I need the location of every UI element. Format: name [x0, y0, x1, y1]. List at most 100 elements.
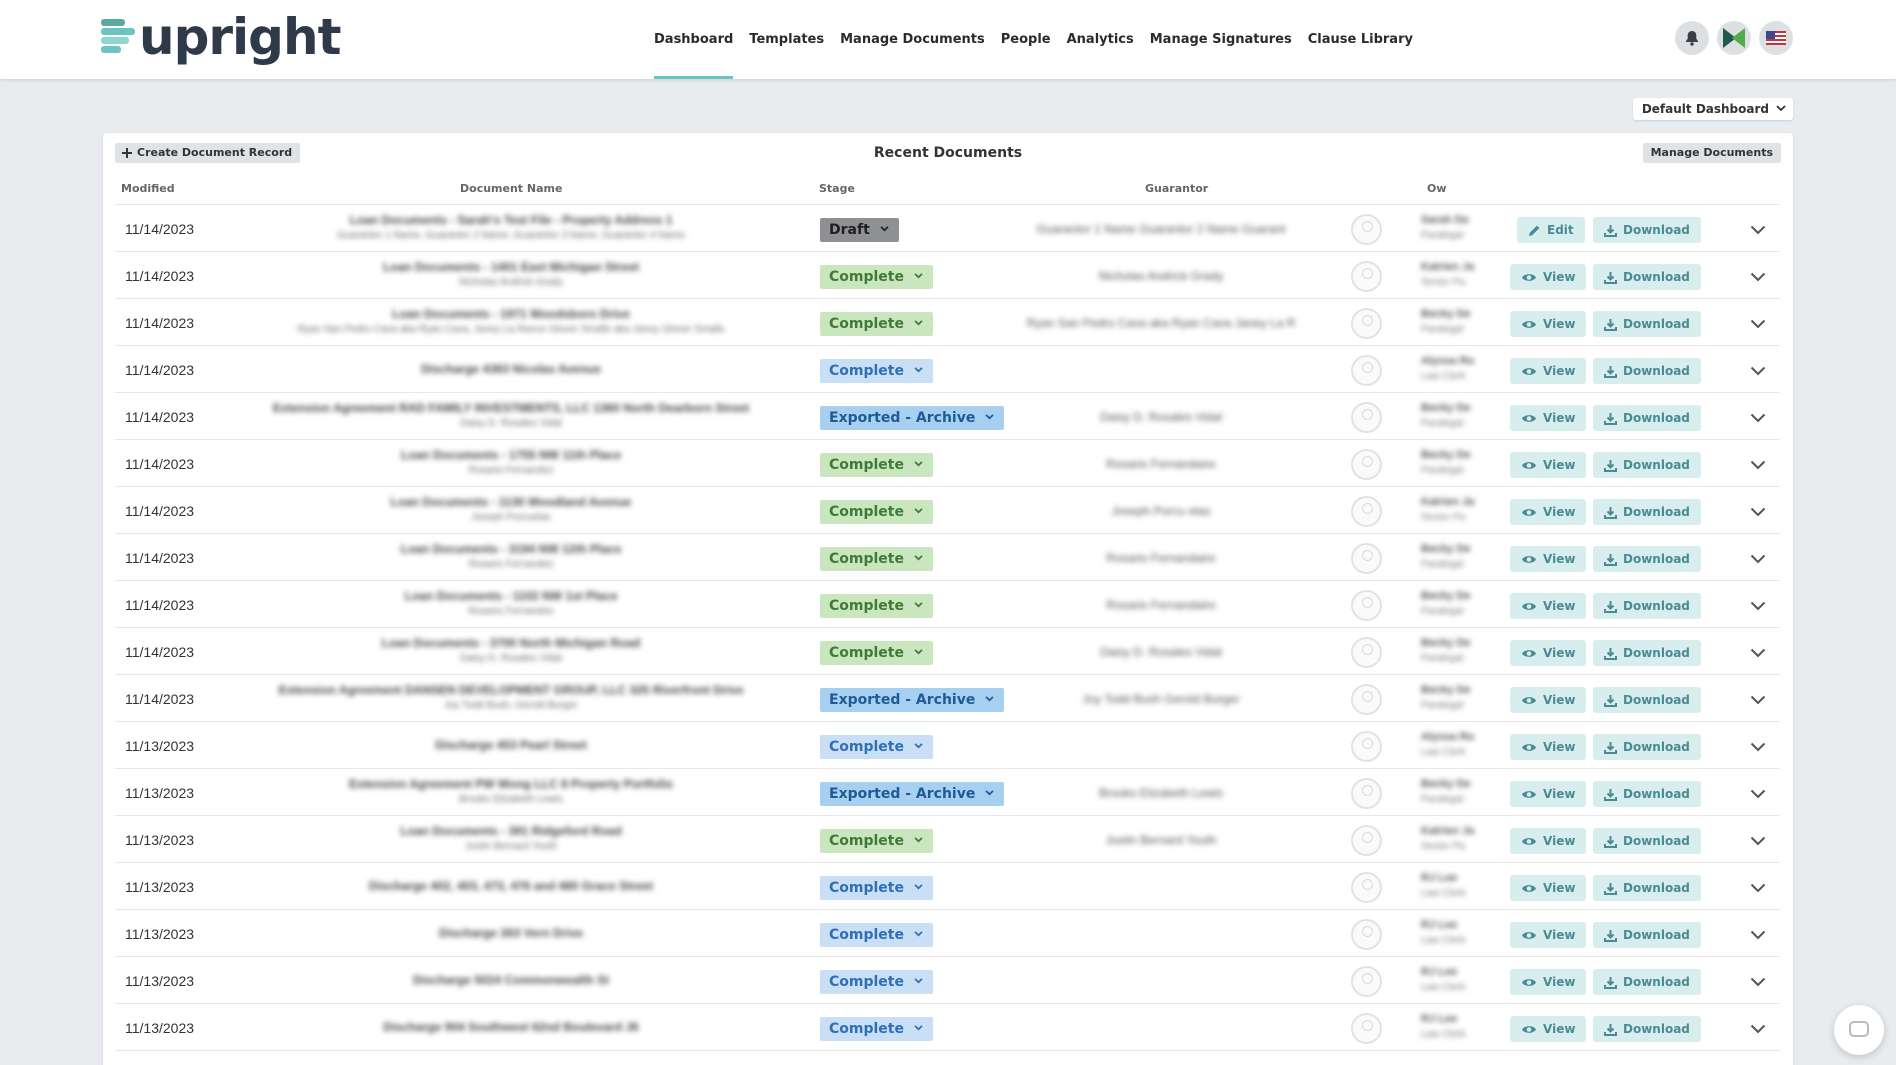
stage-dropdown[interactable]: Complete — [820, 1017, 933, 1041]
download-button[interactable]: Download — [1593, 687, 1701, 713]
expand-row-chevron-icon[interactable] — [1750, 786, 1766, 804]
stage-dropdown[interactable]: Complete — [820, 500, 933, 524]
bell-icon[interactable] — [1675, 21, 1709, 55]
expand-row-chevron-icon[interactable] — [1750, 410, 1766, 428]
stage-dropdown[interactable]: Complete — [820, 265, 933, 289]
view-button[interactable]: View — [1510, 452, 1587, 478]
column-header-modified[interactable]: Modified — [121, 182, 175, 196]
download-button[interactable]: Download — [1593, 311, 1701, 337]
expand-row-chevron-icon[interactable] — [1750, 551, 1766, 569]
view-button[interactable]: View — [1510, 922, 1587, 948]
nav-templates[interactable]: Templates — [749, 0, 824, 79]
table-row[interactable]: 11/14/2023 Loan Documents - 1130 Woodlan… — [115, 486, 1780, 534]
stage-dropdown[interactable]: Complete — [820, 735, 933, 759]
download-button[interactable]: Download — [1593, 640, 1701, 666]
document-name[interactable]: Loan Documents - 1755 NW 11th Place — [401, 448, 621, 462]
profile-logo-icon[interactable] — [1717, 21, 1751, 55]
stage-dropdown[interactable]: Complete — [820, 876, 933, 900]
table-row[interactable]: 11/13/2023 Discharge 904 Southwest 62nd … — [115, 1003, 1780, 1051]
stage-dropdown[interactable]: Complete — [820, 829, 933, 853]
table-row[interactable]: 11/13/2023 Loan Documents - 391 Ridgefor… — [115, 815, 1780, 863]
stage-dropdown[interactable]: Complete — [820, 312, 933, 336]
expand-row-chevron-icon[interactable] — [1750, 457, 1766, 475]
download-button[interactable]: Download — [1593, 781, 1701, 807]
table-row[interactable]: 11/14/2023 Loan Documents - 1755 NW 11th… — [115, 439, 1780, 487]
document-name[interactable]: Loan Documents - 1971 Woodsboro Drive — [392, 307, 630, 321]
view-button[interactable]: View — [1510, 640, 1587, 666]
stage-dropdown[interactable]: Complete — [820, 453, 933, 477]
download-button[interactable]: Download — [1593, 499, 1701, 525]
table-row[interactable]: 11/13/2023 Discharge 5024 Commonwealth S… — [115, 956, 1780, 1004]
view-button[interactable]: View — [1510, 781, 1587, 807]
download-button[interactable]: Download — [1593, 358, 1701, 384]
view-button[interactable]: View — [1510, 828, 1587, 854]
table-row[interactable]: 11/14/2023 Loan Documents - 3700 North M… — [115, 627, 1780, 675]
stage-dropdown[interactable]: Complete — [820, 594, 933, 618]
view-button[interactable]: View — [1510, 405, 1587, 431]
stage-dropdown[interactable]: Complete — [820, 547, 933, 571]
stage-dropdown[interactable]: Exported - Archive — [820, 782, 1005, 806]
expand-row-chevron-icon[interactable] — [1750, 927, 1766, 945]
download-button[interactable]: Download — [1593, 264, 1701, 290]
column-header-guarantor[interactable]: Guarantor — [1145, 182, 1208, 196]
download-button[interactable]: Download — [1593, 828, 1701, 854]
table-row[interactable]: 11/14/2023 Loan Documents - 1102 NW 1st … — [115, 580, 1780, 628]
table-row[interactable]: 11/14/2023 Extension Agreement RAD FAMIL… — [115, 392, 1780, 440]
stage-dropdown[interactable]: Complete — [820, 923, 933, 947]
view-button[interactable]: View — [1510, 358, 1587, 384]
table-row[interactable]: 11/13/2023 Discharge 402, 403, 473, 476 … — [115, 862, 1780, 910]
document-name[interactable]: Discharge 263 Vern Drive — [439, 926, 583, 940]
document-name[interactable]: Loan Documents - Sarah's Test File - Pro… — [350, 213, 673, 227]
expand-row-chevron-icon[interactable] — [1750, 1021, 1766, 1039]
view-button[interactable]: View — [1510, 264, 1587, 290]
document-name[interactable]: Extension Agreement RAD FAMILY INVESTMEN… — [273, 401, 749, 415]
download-button[interactable]: Download — [1593, 217, 1701, 243]
download-button[interactable]: Download — [1593, 546, 1701, 572]
document-name[interactable]: Discharge 904 Southwest 62nd Boulevard J… — [383, 1020, 638, 1034]
nav-people[interactable]: People — [1001, 0, 1051, 79]
column-header-document-name[interactable]: Document Name — [460, 182, 562, 196]
stage-dropdown[interactable]: Complete — [820, 359, 933, 383]
upright-logo[interactable]: upright — [101, 12, 341, 62]
chat-widget-button[interactable] — [1834, 1005, 1884, 1055]
expand-row-chevron-icon[interactable] — [1750, 363, 1766, 381]
nav-clause-library[interactable]: Clause Library — [1308, 0, 1413, 79]
document-name[interactable]: Discharge 5024 Commonwealth St — [413, 973, 609, 987]
document-name[interactable]: Discharge 453 Pearl Street — [435, 738, 586, 752]
download-button[interactable]: Download — [1593, 405, 1701, 431]
expand-row-chevron-icon[interactable] — [1750, 316, 1766, 334]
view-button[interactable]: View — [1510, 734, 1587, 760]
document-name[interactable]: Loan Documents - 3700 North Michigan Roa… — [382, 636, 641, 650]
download-button[interactable]: Download — [1593, 593, 1701, 619]
stage-dropdown[interactable]: Draft — [820, 218, 899, 242]
download-button[interactable]: Download — [1593, 452, 1701, 478]
table-row[interactable]: 11/14/2023 Loan Documents - 3194 NW 12th… — [115, 533, 1780, 581]
expand-row-chevron-icon[interactable] — [1750, 598, 1766, 616]
expand-row-chevron-icon[interactable] — [1750, 645, 1766, 663]
expand-row-chevron-icon[interactable] — [1750, 880, 1766, 898]
document-name[interactable]: Discharge 4383 Nicolas Avenue — [421, 362, 601, 376]
nav-manage-documents[interactable]: Manage Documents — [840, 0, 985, 79]
nav-analytics[interactable]: Analytics — [1067, 0, 1134, 79]
expand-row-chevron-icon[interactable] — [1750, 222, 1766, 240]
us-flag-icon[interactable] — [1759, 21, 1793, 55]
table-row[interactable]: 11/14/2023 Loan Documents - 1971 Woodsbo… — [115, 298, 1780, 346]
download-button[interactable]: Download — [1593, 922, 1701, 948]
document-name[interactable]: Loan Documents - 1102 NW 1st Place — [405, 589, 618, 603]
column-header-owner[interactable]: Ow — [1427, 182, 1447, 196]
download-button[interactable]: Download — [1593, 734, 1701, 760]
nav-manage-signatures[interactable]: Manage Signatures — [1150, 0, 1292, 79]
table-row[interactable]: 11/13/2023 Discharge 453 Pearl Street Co… — [115, 721, 1780, 769]
table-row[interactable]: 11/13/2023 Extension Agreement PW Wong L… — [115, 768, 1780, 816]
view-button[interactable]: View — [1510, 311, 1587, 337]
download-button[interactable]: Download — [1593, 1016, 1701, 1042]
edit-button[interactable]: Edit — [1517, 217, 1585, 243]
document-name[interactable]: Loan Documents - 1401 East Michigan Stre… — [383, 260, 639, 274]
document-name[interactable]: Discharge 402, 403, 473, 476 and 480 Gra… — [369, 879, 653, 893]
expand-row-chevron-icon[interactable] — [1750, 833, 1766, 851]
expand-row-chevron-icon[interactable] — [1750, 692, 1766, 710]
expand-row-chevron-icon[interactable] — [1750, 504, 1766, 522]
expand-row-chevron-icon[interactable] — [1750, 269, 1766, 287]
stage-dropdown[interactable]: Exported - Archive — [820, 688, 1005, 712]
document-name[interactable]: Loan Documents - 1130 Woodland Avenue — [391, 495, 632, 509]
